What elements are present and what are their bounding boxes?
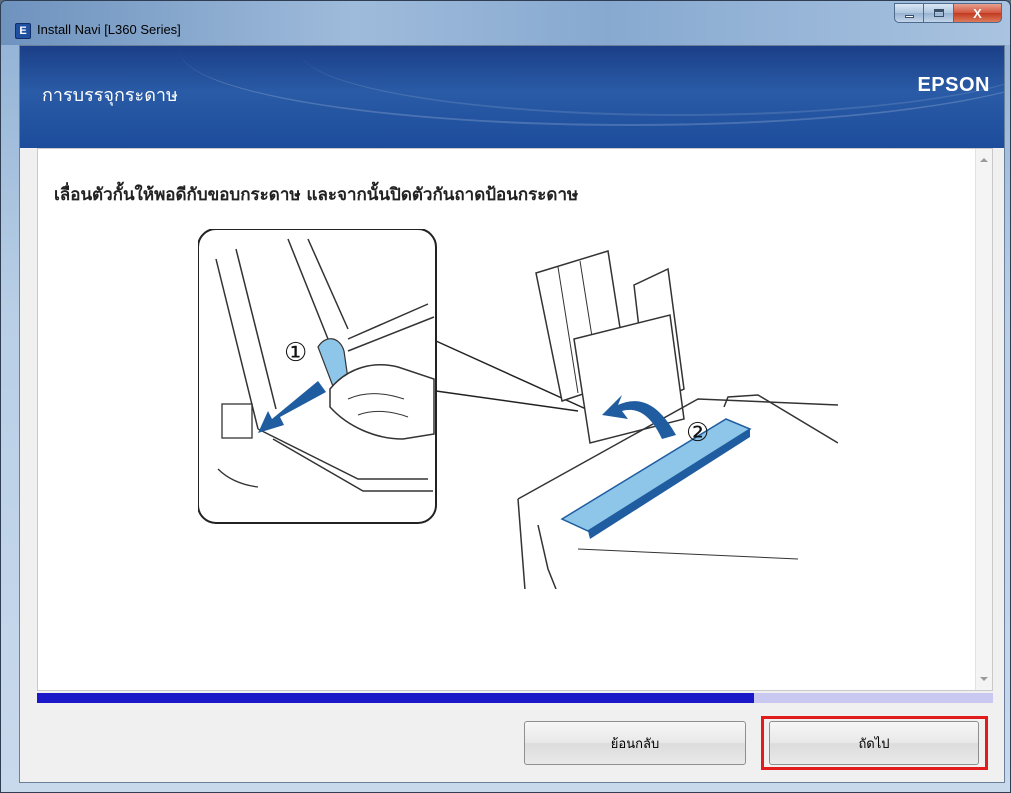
callout-line xyxy=(435,390,579,412)
instruction-text: เลื่อนตัวกั้นให้พอดีกับขอบกระดาษ และจากน… xyxy=(54,185,579,205)
header-banner: การบรรจุกระดาษ EPSON xyxy=(20,46,1004,148)
inset-closeup xyxy=(198,229,437,524)
scroll-up-icon[interactable] xyxy=(980,158,988,162)
title-bar[interactable]: E Install Navi [L360 Series] X xyxy=(1,1,1010,45)
back-button[interactable]: ย้อนกลับ xyxy=(524,721,746,765)
next-button[interactable]: ถัดไป xyxy=(769,721,979,765)
content-panel: เลื่อนตัวกั้นให้พอดีกับขอบกระดาษ และจากน… xyxy=(37,148,993,691)
paper-guide-illustration: ① ② xyxy=(198,229,838,589)
window-controls: X xyxy=(894,3,1002,23)
progress-fill xyxy=(37,693,754,703)
minimize-button[interactable] xyxy=(894,3,924,23)
page-title: การบรรจุกระดาษ xyxy=(42,85,178,106)
close-button[interactable]: X xyxy=(954,3,1002,23)
app-icon: E xyxy=(15,23,31,39)
step-marker-1: ① xyxy=(284,338,307,368)
maximize-icon xyxy=(933,9,944,17)
window-title: Install Navi [L360 Series] xyxy=(37,22,181,37)
scroll-down-icon[interactable] xyxy=(980,677,988,681)
maximize-button[interactable] xyxy=(924,3,954,23)
epson-logo: EPSON xyxy=(917,74,990,96)
installer-window: E Install Navi [L360 Series] X การบรรจุก… xyxy=(0,0,1011,793)
install-progress-bar xyxy=(37,693,993,703)
step-marker-2: ② xyxy=(686,418,709,448)
minimize-icon xyxy=(904,14,914,18)
printer-drawing xyxy=(517,250,838,589)
vertical-scrollbar[interactable] xyxy=(975,149,992,690)
close-icon: X xyxy=(973,5,982,21)
client-area: การบรรจุกระดาษ EPSON เลื่อนตัวกั้นให้พอด… xyxy=(19,45,1005,783)
